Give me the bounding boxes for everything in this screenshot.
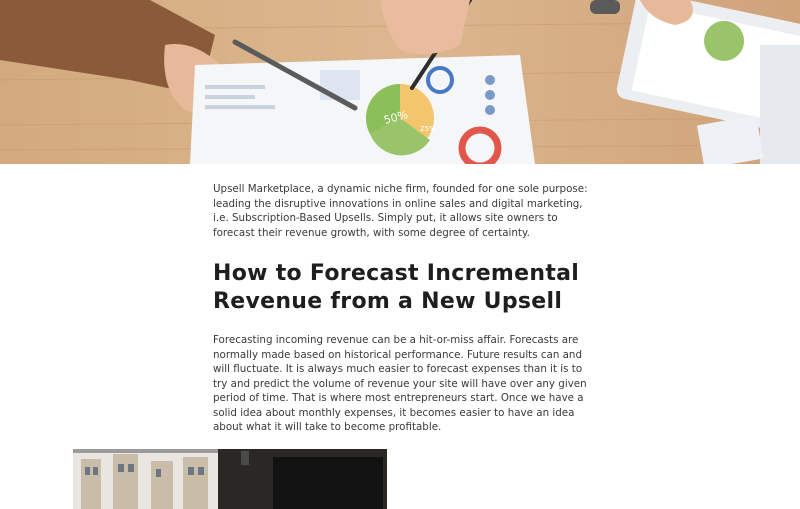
article-body: Forecasting incoming revenue can be a hi… [213, 334, 587, 433]
gallery-image [73, 449, 387, 509]
article-intro: Upsell Marketplace, a dynamic niche firm… [213, 183, 588, 239]
article-heading: How to Forecast Incremental Revenue from… [213, 261, 580, 314]
hero-chart-label-small: 25% [420, 125, 436, 133]
hero-image: 50% 25% [0, 0, 800, 164]
